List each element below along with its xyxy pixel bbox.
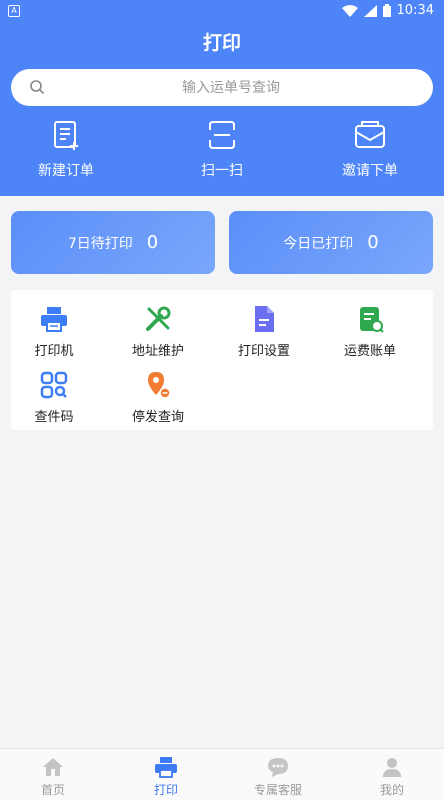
tools-panel: 打印机 地址维护 打印设置 运费账单 查件码 停发查询 [11,290,433,430]
qr-code-icon [40,371,68,399]
search-icon [30,80,44,94]
printed-today-card[interactable]: 今日已打印 0 [229,211,433,274]
document-icon [255,306,274,332]
location-pin-icon [148,372,171,399]
tool-printer[interactable]: 打印机 [4,304,104,364]
printed-today-label: 今日已打印 [283,235,354,252]
nav-print-label: 打印 [153,783,178,797]
tool-suspend-query-label: 停发查询 [131,410,184,425]
scan-button[interactable]: 扫一扫 [162,118,282,184]
invite-order-button[interactable]: 邀请下单 [310,118,430,184]
tool-query-code[interactable]: 查件码 [4,370,104,430]
nav-home[interactable]: 首页 [13,755,93,798]
new-order-label: 新建订单 [38,163,94,179]
search-bar[interactable] [11,69,433,106]
search-input[interactable] [51,69,411,106]
tool-printer-label: 打印机 [34,344,74,359]
home-icon [43,758,63,776]
tool-print-settings-label: 打印设置 [237,344,290,359]
new-order-icon [54,121,78,150]
tool-suspend-query[interactable]: 停发查询 [108,370,208,430]
notification-icon: A [8,5,20,17]
status-time: 10:34 [396,3,434,18]
page-title: 打印 [202,32,241,54]
signal-icon [363,4,377,17]
scan-icon [209,121,235,149]
header: A 10:34 打印 新建订单 扫一扫 [0,0,444,196]
nav-support-label: 专属客服 [253,783,302,797]
battery-icon [382,4,391,17]
chat-icon [268,758,288,777]
tool-query-code-label: 查件码 [34,410,74,425]
printer-icon [41,307,67,332]
bill-icon [360,307,384,333]
status-bar: A 10:34 [0,0,444,24]
pending-print-count: 0 [146,232,159,253]
bottom-nav: 首页 打印 专属客服 我的 [0,748,444,800]
nav-support[interactable]: 专属客服 [238,755,318,798]
user-icon [383,758,401,777]
tool-freight-bill-label: 运费账单 [343,344,396,359]
new-order-button[interactable]: 新建订单 [6,118,126,184]
scan-label: 扫一扫 [201,163,243,179]
nav-home-label: 首页 [40,783,65,797]
tool-print-settings[interactable]: 打印设置 [214,304,314,364]
wrench-icon [146,306,171,331]
tool-address-label: 地址维护 [131,344,184,359]
nav-mine[interactable]: 我的 [352,755,432,798]
nav-print[interactable]: 打印 [126,755,206,798]
status-icons: 10:34 [341,3,434,18]
printer-icon [155,757,177,778]
nav-mine-label: 我的 [379,783,404,797]
pending-print-card[interactable]: 7日待打印 0 [11,211,215,274]
printed-today-count: 0 [367,232,379,253]
pending-print-label: 7日待打印 [67,235,133,252]
wifi-icon [341,4,358,17]
tool-address[interactable]: 地址维护 [108,304,208,364]
tool-freight-bill[interactable]: 运费账单 [320,304,420,364]
invite-mail-icon [355,121,385,148]
invite-order-label: 邀请下单 [342,163,398,179]
